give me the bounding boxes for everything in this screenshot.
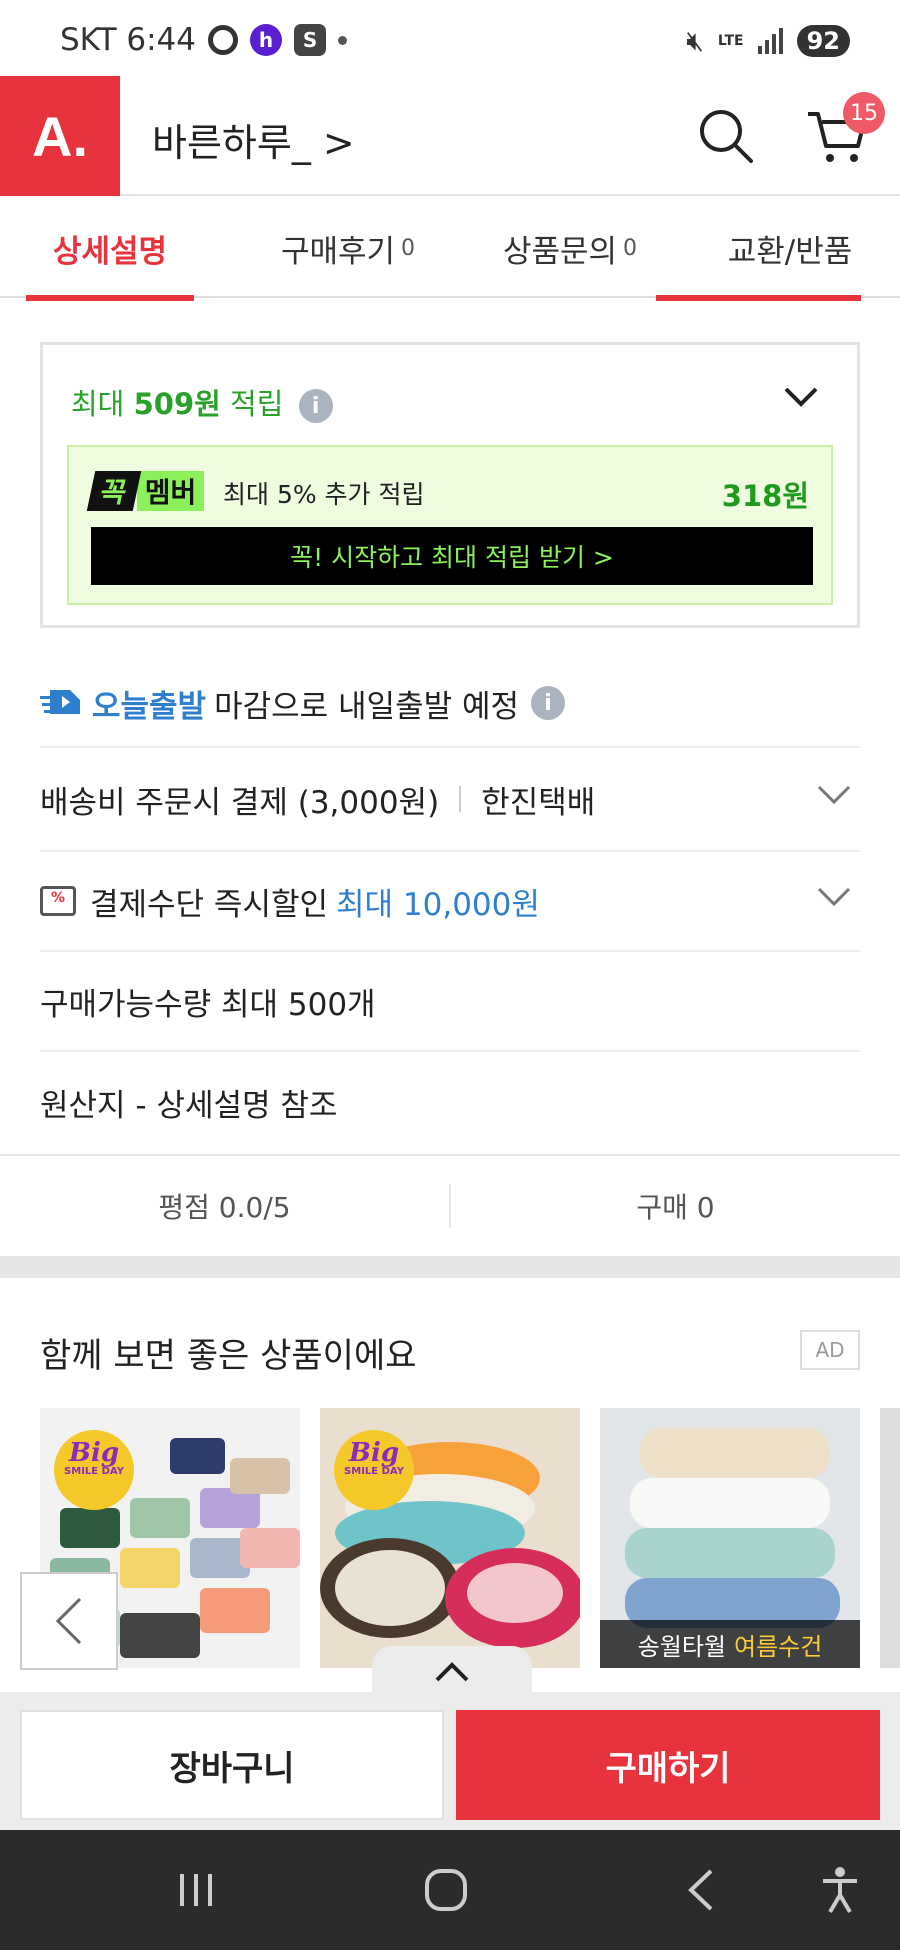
origin-text: 원산지 - 상세설명 참조 [40,1087,338,1124]
expand-handle[interactable] [372,1646,532,1698]
shipping-fee: 배송비 주문시 결제 (3,000원) [40,784,440,821]
carrier-time: SKT 6:44 [60,22,197,58]
buy-now-button[interactable]: 구매하기 [456,1710,880,1820]
detail-tabs: 상세설명 구매후기 0 상품문의 0 교환/반품 [0,198,900,301]
origin-row: 원산지 - 상세설명 참조 [40,1052,860,1152]
tab-label: 상세설명 [52,233,168,270]
points-box: 최대 509원 적립 i 꼭 멤버 최대 5% 추가 적립 318원 꼭! 시작… [40,342,860,628]
tab-qna[interactable]: 상품문의 0 [470,198,670,298]
carousel-prev-button[interactable] [20,1572,118,1670]
tab-reviews[interactable]: 구매후기 0 [248,198,448,298]
status-bar: SKT 6:44 h S 🔇︎ LTE 92 [0,0,900,76]
member-badge-m: 멤버 [136,471,205,511]
purchase-action-bar: 장바구니 구매하기 [0,1692,900,1830]
points-suffix: 적립 [220,387,284,421]
info-icon[interactable]: i [298,389,333,423]
member-join-button[interactable]: 꼭! 시작하고 최대 적립 받기 > [91,527,813,585]
payment-discount-row[interactable]: 결제수단 즉시할인 최대 10,000원 [40,852,860,952]
section-gap [0,1256,900,1278]
info-icon[interactable]: i [531,686,566,720]
badge-big-text: Big [348,1438,400,1468]
tab-count: 0 [401,235,416,261]
member-badge-k: 꼭 [86,471,142,511]
payment-label: 결제수단 즉시할인 [90,886,329,923]
system-nav-bar [0,1830,900,1950]
member-promo: 꼭 멤버 최대 5% 추가 적립 318원 꼭! 시작하고 최대 적립 받기 > [67,445,833,605]
search-icon[interactable] [696,106,756,166]
tab-exchange[interactable]: 교환/반품 [656,198,880,301]
rating-stat[interactable]: 평점 0.0/5 [0,1186,449,1226]
tab-scroll-indicator [656,295,861,301]
delivery-row: 오늘출발 마감으로 내일출발 예정 i [40,660,860,748]
product-tile[interactable]: Big SMILE DAY [320,1408,580,1668]
signal-icon [757,28,783,54]
badge-sub-text: SMILE DAY [344,1466,404,1477]
home-icon[interactable] [416,1860,476,1920]
shipping-row[interactable]: 배송비 주문시 결제 (3,000원) 한진택배 [40,748,860,852]
quantity-row: 구매가능수량 최대 500개 [40,952,860,1052]
label-highlight: 여름수건 [734,1632,823,1661]
accessibility-icon[interactable] [810,1860,870,1920]
app-s-icon: S [294,24,327,56]
member-amount: 318원 [721,479,809,513]
product-tile-partial[interactable] [880,1408,900,1668]
card-discount-icon [40,886,76,916]
divider [459,786,462,812]
stats-bar: 평점 0.0/5 구매 0 [0,1154,900,1256]
product-label: 송월타월 여름수건 [600,1620,860,1668]
member-badge: 꼭 멤버 [86,471,205,511]
tab-label: 상품문의 [502,233,618,270]
label-brand: 송월타월 [637,1632,726,1661]
payment-discount: 최대 10,000원 [336,886,540,923]
auction-logo[interactable]: A. [0,76,120,196]
notification-dot-icon [338,35,348,45]
shipping-carrier: 한진택배 [481,784,596,821]
chevron-left-icon [55,1597,82,1645]
chevron-up-icon [435,1662,469,1682]
tab-label: 교환/반품 [727,233,853,270]
points-prefix: 최대 [71,387,134,421]
quantity-text: 구매가능수량 최대 500개 [40,986,376,1023]
member-text: 최대 5% 추가 적립 [223,480,425,509]
big-smile-day-badge: Big SMILE DAY [54,1430,134,1510]
tab-count: 0 [623,235,638,261]
points-title: 최대 509원 적립 i [71,381,333,423]
cart-count-badge: 15 [843,92,885,134]
lte-indicator: LTE [717,33,744,49]
battery-indicator: 92 [796,25,850,57]
delivery-text: 마감으로 내일출발 예정 [214,688,520,725]
back-icon[interactable] [670,1860,730,1920]
tab-detail[interactable]: 상세설명 [20,198,200,301]
points-amount: 509원 [133,387,221,421]
add-to-cart-button[interactable]: 장바구니 [20,1710,444,1820]
chevron-down-icon[interactable] [816,783,852,807]
store-name-link[interactable]: 바른하루_ > [152,112,355,167]
app-h-icon: h [250,24,283,56]
mute-icon: 🔇︎ [686,24,704,57]
ad-badge[interactable]: AD [800,1330,860,1370]
status-right: 🔇︎ LTE 92 [686,24,850,58]
delivery-tag: 오늘출발 [92,688,207,725]
recommend-title: 함께 보면 좋은 상품이에요 [40,1336,417,1376]
aperture-icon [208,25,239,55]
product-tile[interactable]: 송월타월 여름수건 [600,1408,860,1668]
app-header: A. 바른하루_ > [0,76,900,196]
tab-label: 구매후기 [280,233,396,270]
status-left: SKT 6:44 h S [60,22,348,58]
tab-active-indicator [26,295,194,301]
chevron-down-icon[interactable] [783,385,819,409]
recent-apps-icon[interactable] [166,1860,226,1920]
purchase-stat[interactable]: 구매 0 [451,1186,900,1226]
chevron-down-icon[interactable] [816,885,852,909]
badge-sub-text: SMILE DAY [64,1466,124,1477]
fast-delivery-icon [40,690,80,714]
badge-big-text: Big [68,1438,120,1468]
big-smile-day-badge: Big SMILE DAY [334,1430,414,1510]
